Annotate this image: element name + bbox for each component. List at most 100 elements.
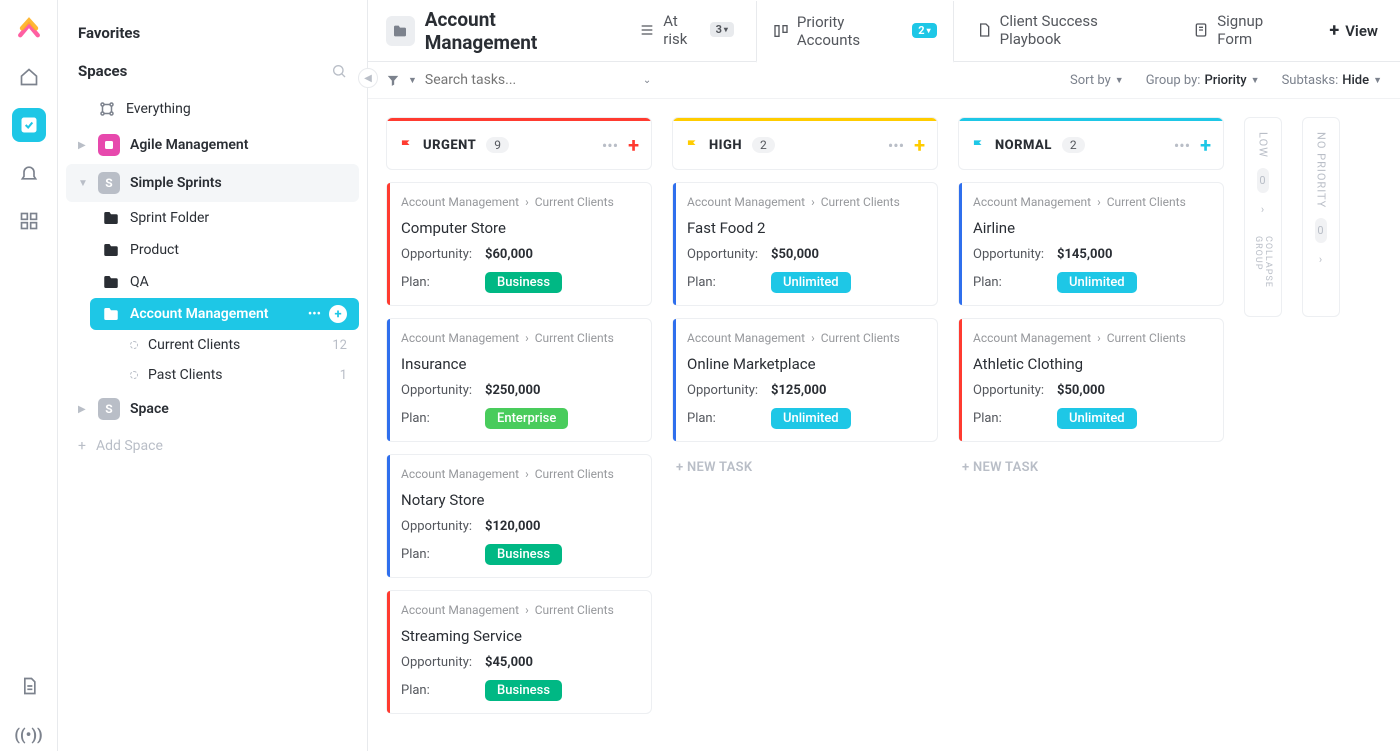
more-icon[interactable]: •••	[308, 307, 321, 322]
plan-badge: Unlimited	[1057, 408, 1137, 429]
add-view-button[interactable]: + View	[1325, 14, 1382, 47]
collapse-sidebar-handle[interactable]: ◀	[358, 68, 378, 88]
sidebar-item-account-management[interactable]: Account Management ••• +	[90, 298, 359, 330]
tasks-icon[interactable]	[12, 108, 46, 142]
subtasks-button[interactable]: Subtasks: Hide▼	[1282, 73, 1382, 88]
task-card[interactable]: Account Management›Current Clients Compu…	[386, 182, 652, 306]
collapsed-column[interactable]: NO PRIORITY0›	[1302, 117, 1340, 317]
page-title: Account Management	[425, 8, 606, 54]
sidebar-folder[interactable]: QA	[90, 266, 359, 298]
board-icon	[773, 23, 789, 39]
breadcrumb: Account Management›Current Clients	[401, 603, 637, 617]
favorites-heading[interactable]: Favorites	[66, 18, 359, 56]
spaces-heading[interactable]: Spaces	[66, 56, 359, 92]
folder-icon	[386, 16, 415, 46]
group-by-button[interactable]: Group by: Priority▼	[1146, 73, 1260, 88]
task-card[interactable]: Account Management›Current Clients Notar…	[386, 454, 652, 578]
add-card-button[interactable]: +	[1200, 133, 1211, 157]
tab-signup-form[interactable]: Signup Form	[1177, 0, 1313, 62]
add-list-button[interactable]: +	[329, 305, 347, 323]
opportunity-value: $145,000	[1057, 247, 1112, 262]
plan-badge: Unlimited	[771, 408, 851, 429]
breadcrumb: Account Management›Current Clients	[401, 467, 637, 481]
plan-badge: Enterprise	[485, 408, 568, 429]
new-task-button[interactable]: + NEW TASK	[958, 454, 1224, 481]
task-card[interactable]: Account Management›Current Clients Insur…	[386, 318, 652, 442]
task-card[interactable]: Account Management›Current Clients Strea…	[386, 590, 652, 714]
add-card-button[interactable]: +	[914, 133, 925, 157]
opportunity-value: $50,000	[1057, 383, 1105, 398]
breadcrumb: Account Management›Current Clients	[973, 331, 1209, 345]
opportunity-value: $45,000	[485, 655, 533, 670]
task-card[interactable]: Account Management›Current Clients Airli…	[958, 182, 1224, 306]
everything-icon	[98, 100, 116, 118]
plan-badge: Business	[485, 272, 562, 293]
folder-open-icon	[102, 305, 120, 323]
breadcrumb: Account Management›Current Clients	[401, 331, 637, 345]
column-count: 9	[486, 137, 509, 153]
more-icon[interactable]: •••	[888, 136, 904, 155]
new-task-button[interactable]: + NEW TASK	[672, 454, 938, 481]
task-card[interactable]: Account Management›Current Clients Fast …	[672, 182, 938, 306]
chevron-down-icon[interactable]: ⌄	[643, 75, 651, 86]
sidebar-folder[interactable]: Sprint Folder	[90, 202, 359, 234]
add-space-button[interactable]: + Add Space	[66, 428, 359, 464]
plus-icon: +	[1329, 20, 1339, 41]
sort-by-button[interactable]: Sort by▼	[1070, 73, 1124, 88]
opportunity-value: $60,000	[485, 247, 533, 262]
sidebar-item-everything[interactable]: Everything	[66, 92, 359, 126]
docs-icon[interactable]	[12, 669, 46, 703]
flag-icon	[399, 138, 413, 152]
card-title: Online Marketplace	[687, 355, 923, 373]
tab-at-risk[interactable]: At risk 3▾	[623, 0, 750, 62]
tab-priority-accounts[interactable]: Priority Accounts 2▾	[756, 1, 954, 63]
card-title: Airline	[973, 219, 1209, 237]
opportunity-value: $120,000	[485, 519, 540, 534]
column-title: NORMAL	[995, 138, 1052, 153]
chevron-right-icon: ▶	[78, 140, 88, 151]
chevron-down-icon[interactable]: ▼	[408, 75, 417, 86]
tab-client-success[interactable]: Client Success Playbook	[960, 0, 1172, 62]
space-icon-agile	[98, 134, 120, 156]
space-icon-sprints: S	[98, 172, 120, 194]
notifications-icon[interactable]	[12, 156, 46, 190]
column-count: 2	[752, 137, 775, 153]
more-icon[interactable]: •••	[1174, 136, 1190, 155]
card-title: Fast Food 2	[687, 219, 923, 237]
search-icon[interactable]	[331, 63, 347, 79]
sidebar-item-simple-sprints[interactable]: ▼ S Simple Sprints	[66, 164, 359, 202]
filter-icon[interactable]	[386, 73, 400, 87]
list-icon	[639, 22, 655, 38]
board-column: URGENT 9 ••• + Account Management›Curren…	[386, 117, 652, 714]
list-dot-icon	[130, 341, 138, 349]
live-icon[interactable]: ((•))	[12, 717, 46, 751]
sidebar-list[interactable]: Past Clients1	[90, 360, 359, 390]
folder-icon	[102, 273, 120, 291]
column-header: NORMAL 2 ••• +	[958, 117, 1224, 170]
sidebar-item-space[interactable]: ▶ S Space	[66, 390, 359, 428]
chevron-right-icon: ›	[1319, 253, 1323, 266]
breadcrumb: Account Management›Current Clients	[401, 195, 637, 209]
add-card-button[interactable]: +	[628, 133, 639, 157]
task-card[interactable]: Account Management›Current Clients Athle…	[958, 318, 1224, 442]
collapsed-column[interactable]: LOW0›COLLAPSE GROUP	[1244, 117, 1282, 317]
more-icon[interactable]: •••	[602, 136, 618, 155]
card-title: Notary Store	[401, 491, 637, 509]
column-header: HIGH 2 ••• +	[672, 117, 938, 170]
flag-icon	[971, 138, 985, 152]
opportunity-value: $125,000	[771, 383, 826, 398]
opportunity-value: $250,000	[485, 383, 540, 398]
sidebar: Favorites Spaces Everything ▶ Agile Mana…	[58, 0, 368, 751]
icon-rail: ((•))	[0, 0, 58, 751]
apps-icon[interactable]	[12, 204, 46, 238]
sidebar-list[interactable]: Current Clients12	[90, 330, 359, 360]
chevron-right-icon: ▶	[78, 404, 88, 415]
chevron-right-icon: ›	[1261, 203, 1265, 216]
home-icon[interactable]	[12, 60, 46, 94]
task-card[interactable]: Account Management›Current Clients Onlin…	[672, 318, 938, 442]
sidebar-item-agile[interactable]: ▶ Agile Management	[66, 126, 359, 164]
list-dot-icon	[130, 371, 138, 379]
sidebar-folder[interactable]: Product	[90, 234, 359, 266]
board: URGENT 9 ••• + Account Management›Curren…	[368, 99, 1400, 751]
search-input[interactable]	[425, 72, 595, 88]
